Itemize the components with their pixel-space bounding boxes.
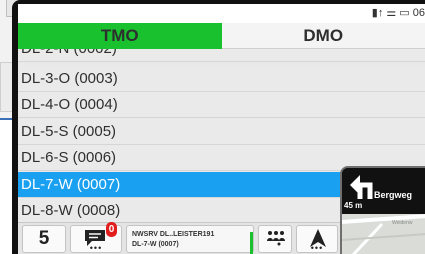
turn-instruction: Bergweg 45 m — [342, 168, 425, 214]
more-dots: ••• — [89, 243, 103, 253]
map-street-label: Weidenw — [392, 220, 413, 226]
turn-left-arrow-icon — [350, 175, 373, 199]
radio-screen: ▮↑ ⚌ ▭ 06 TMO DMO DL-2-N (0002) DL-3-O (… — [18, 4, 425, 254]
number-button[interactable]: 5 — [22, 225, 66, 253]
tab-dmo[interactable]: DMO — [221, 23, 425, 49]
info-line-1: NWSRV DL..LEISTER191 — [132, 231, 215, 238]
group-icon — [267, 231, 285, 246]
more-dots: ••• — [310, 243, 324, 253]
info-line-2: DL-7-W (0007) — [132, 241, 179, 248]
list-item[interactable]: DL-2-N (0002) — [18, 49, 425, 62]
mode-tabs: TMO DMO — [18, 23, 425, 49]
status-bar: ▮↑ ⚌ ▭ 06 — [18, 4, 425, 23]
list-item[interactable]: DL-5-S (0005) — [18, 119, 425, 145]
turn-distance: 45 m — [344, 201, 363, 210]
active-group-info[interactable]: NWSRV DL..LEISTER191 DL-7-W (0007) — [126, 225, 254, 254]
signal-level-bar — [250, 232, 253, 254]
list-item[interactable]: DL-4-O (0004) — [18, 92, 425, 118]
navigation-map-panel[interactable]: Bergweg 45 m Weidenw — [340, 166, 425, 254]
unread-badge: 0 — [106, 222, 117, 237]
tab-tmo[interactable]: TMO — [18, 23, 222, 49]
messages-button[interactable]: 0 ••• — [70, 222, 122, 253]
list-item[interactable]: DL-3-O (0003) — [18, 66, 425, 92]
street-name: Bergweg — [374, 190, 413, 200]
map-roads — [342, 214, 425, 254]
mini-map: Weidenw — [342, 214, 425, 254]
status-icons: ▮↑ ⚌ ▭ 06 — [371, 7, 425, 19]
group-call-button[interactable] — [258, 225, 292, 253]
navigation-button[interactable]: ••• — [296, 225, 338, 253]
